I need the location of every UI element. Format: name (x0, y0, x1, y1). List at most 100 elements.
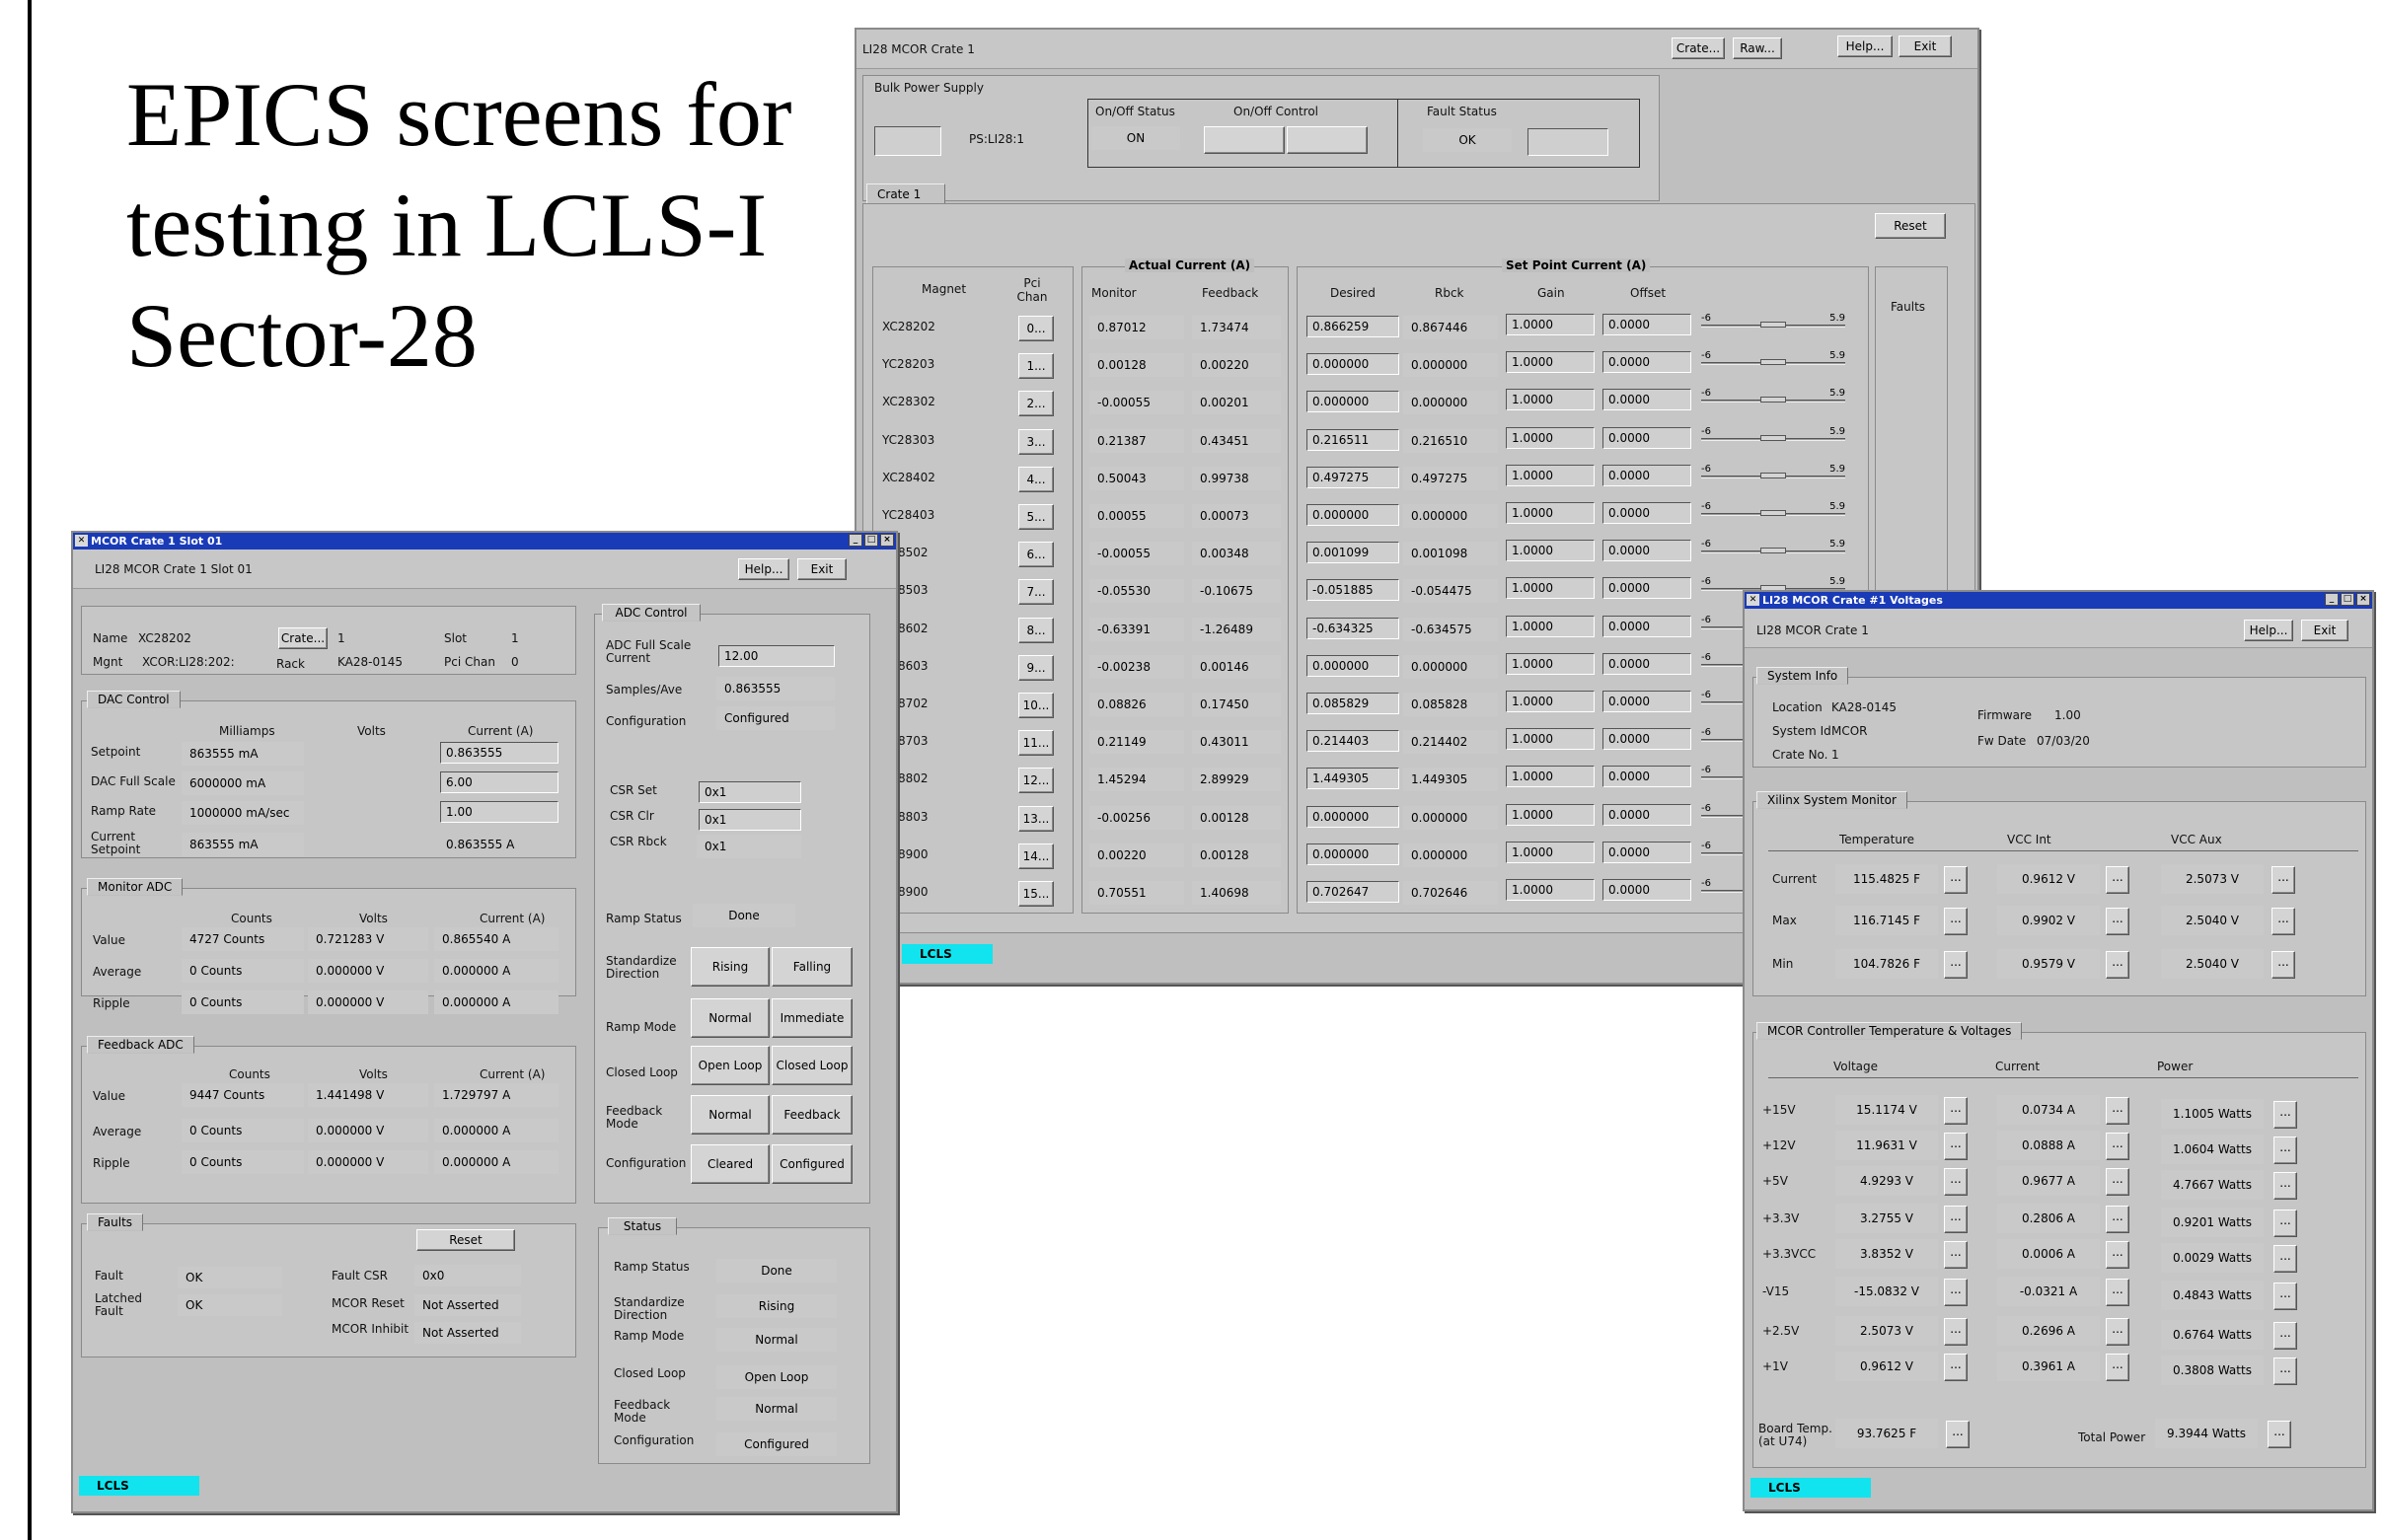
feedback-button[interactable]: Feedback (772, 1095, 853, 1135)
tab-crate-1[interactable]: Crate 1 (866, 183, 945, 205)
gain-input[interactable]: 1.0000 (1506, 577, 1595, 600)
help-button[interactable]: Help... (1837, 36, 1893, 57)
power-more-button[interactable]: ... (2273, 1357, 2297, 1385)
exit-button[interactable]: Exit (1899, 36, 1952, 57)
current-more-button[interactable]: ... (2106, 1133, 2129, 1160)
voltage-more-button[interactable]: ... (1944, 1279, 1968, 1306)
minimize-icon[interactable]: _ (849, 534, 862, 547)
normal-ramp-button[interactable]: Normal (691, 998, 770, 1038)
normal-feedback-button[interactable]: Normal (691, 1095, 770, 1135)
immediate-button[interactable]: Immediate (772, 998, 853, 1038)
pci-chan-button[interactable]: 2... (1018, 391, 1054, 417)
desired-input[interactable]: -0.634325 (1306, 617, 1399, 639)
current-more-button[interactable]: ... (2106, 1318, 2129, 1346)
raw-button[interactable]: Raw... (1733, 37, 1782, 59)
close-icon[interactable]: × (880, 534, 894, 547)
slider-thumb[interactable] (1760, 434, 1786, 441)
vcc-aux-more-button[interactable]: ... (2271, 951, 2295, 979)
setpoint-slider[interactable]: -6 5.9 (1701, 426, 1845, 447)
onoff-control-button-off[interactable] (1287, 126, 1368, 154)
offset-input[interactable]: 0.0000 (1602, 766, 1691, 788)
slider-thumb[interactable] (1760, 322, 1786, 328)
desired-input[interactable]: 0.866259 (1306, 316, 1399, 337)
gain-input[interactable]: 1.0000 (1506, 728, 1595, 751)
adc-fullscale-input[interactable]: 12.00 (718, 645, 835, 667)
offset-input[interactable]: 0.0000 (1602, 540, 1691, 562)
temperature-more-button[interactable]: ... (1944, 951, 1968, 979)
voltage-more-button[interactable]: ... (1944, 1354, 1968, 1381)
total-power-more-button[interactable]: ... (2268, 1421, 2291, 1448)
crate-reset-button[interactable]: Reset (1875, 213, 1946, 239)
dac-current-input[interactable]: 6.00 (440, 771, 559, 793)
current-more-button[interactable]: ... (2106, 1097, 2129, 1125)
gain-input[interactable]: 1.0000 (1506, 841, 1595, 863)
slot-exit-button[interactable]: Exit (797, 558, 847, 580)
gain-input[interactable]: 1.0000 (1506, 540, 1595, 562)
current-more-button[interactable]: ... (2106, 1206, 2129, 1233)
setpoint-slider[interactable]: -6 5.9 (1701, 350, 1845, 371)
voltage-more-button[interactable]: ... (1944, 1168, 1968, 1196)
offset-input[interactable]: 0.0000 (1602, 841, 1691, 863)
cleared-button[interactable]: Cleared (691, 1144, 770, 1184)
offset-input[interactable]: 0.0000 (1602, 728, 1691, 751)
pci-chan-button[interactable]: 7... (1018, 579, 1054, 606)
gain-input[interactable]: 1.0000 (1506, 652, 1595, 675)
gain-input[interactable]: 1.0000 (1506, 389, 1595, 411)
minimize-icon[interactable]: _ (2325, 593, 2339, 606)
volt-help-button[interactable]: Help... (2244, 620, 2293, 641)
offset-input[interactable]: 0.0000 (1602, 879, 1691, 901)
onoff-control-button-on[interactable] (1204, 126, 1285, 154)
pci-chan-button[interactable]: 15... (1018, 881, 1054, 907)
offset-input[interactable]: 0.0000 (1602, 426, 1691, 449)
offset-input[interactable]: 0.0000 (1602, 691, 1691, 712)
current-more-button[interactable]: ... (2106, 1168, 2129, 1196)
gain-input[interactable]: 1.0000 (1506, 464, 1595, 486)
faults-reset-button[interactable]: Reset (416, 1229, 515, 1251)
configured-button[interactable]: Configured (772, 1144, 853, 1184)
offset-input[interactable]: 0.0000 (1602, 615, 1691, 637)
slider-thumb[interactable] (1760, 359, 1786, 366)
crate-button[interactable]: Crate... (1672, 37, 1725, 59)
slider-thumb[interactable] (1760, 472, 1786, 478)
power-more-button[interactable]: ... (2273, 1322, 2297, 1350)
volt-exit-button[interactable]: Exit (2301, 620, 2348, 641)
pci-chan-button[interactable]: 14... (1018, 843, 1054, 869)
pci-chan-button[interactable]: 0... (1018, 316, 1054, 341)
pci-chan-button[interactable]: 1... (1018, 353, 1054, 380)
pci-chan-button[interactable]: 11... (1018, 730, 1054, 757)
gain-input[interactable]: 1.0000 (1506, 615, 1595, 637)
gain-input[interactable]: 1.0000 (1506, 766, 1595, 788)
pci-chan-button[interactable]: 3... (1018, 428, 1054, 455)
gain-input[interactable]: 1.0000 (1506, 803, 1595, 826)
vcc-int-more-button[interactable]: ... (2106, 908, 2129, 935)
offset-input[interactable]: 0.0000 (1602, 389, 1691, 411)
maximize-icon[interactable]: □ (864, 534, 878, 547)
current-more-button[interactable]: ... (2106, 1279, 2129, 1306)
setpoint-slider[interactable]: -6 5.9 (1701, 539, 1845, 559)
power-more-button[interactable]: ... (2273, 1137, 2297, 1164)
offset-input[interactable]: 0.0000 (1602, 314, 1691, 335)
slot-crate-button[interactable]: Crate... (278, 627, 328, 649)
current-more-button[interactable]: ... (2106, 1241, 2129, 1269)
slot-help-button[interactable]: Help... (738, 558, 789, 580)
desired-input[interactable]: 0.497275 (1306, 466, 1399, 488)
voltage-more-button[interactable]: ... (1944, 1241, 1968, 1269)
vcc-int-more-button[interactable]: ... (2106, 866, 2129, 894)
gain-input[interactable]: 1.0000 (1506, 426, 1595, 449)
voltage-more-button[interactable]: ... (1944, 1133, 1968, 1160)
closed-loop-button[interactable]: Closed Loop (772, 1046, 853, 1085)
bulk-power-entry[interactable] (874, 126, 941, 156)
desired-input[interactable]: 0.214403 (1306, 730, 1399, 753)
pci-chan-button[interactable]: 10... (1018, 693, 1054, 718)
slider-thumb[interactable] (1760, 510, 1786, 516)
csr-set-input[interactable]: 0x1 (699, 781, 801, 803)
offset-input[interactable]: 0.0000 (1602, 502, 1691, 524)
close-icon[interactable]: × (2356, 593, 2370, 606)
power-more-button[interactable]: ... (2273, 1172, 2297, 1200)
voltage-more-button[interactable]: ... (1944, 1097, 1968, 1125)
setpoint-slider[interactable]: -6 5.9 (1701, 313, 1845, 333)
desired-input[interactable]: 0.085829 (1306, 693, 1399, 714)
power-more-button[interactable]: ... (2273, 1245, 2297, 1273)
power-more-button[interactable]: ... (2273, 1283, 2297, 1310)
rising-button[interactable]: Rising (691, 947, 770, 987)
